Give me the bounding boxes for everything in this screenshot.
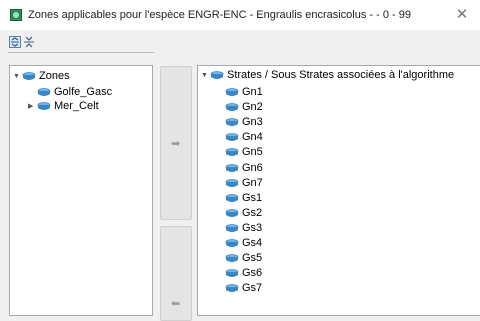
- arrow-left-icon: ⬅: [171, 298, 181, 310]
- database-icon: [37, 88, 51, 96]
- strata-item[interactable]: Gs7: [225, 282, 262, 295]
- strata-item-label: Gs2: [242, 206, 263, 219]
- tree-item-label: Mer_Celt: [54, 100, 99, 112]
- database-icon: [225, 118, 239, 127]
- tree-item-mer-celt[interactable]: ▶ Mer_Celt: [28, 100, 99, 113]
- database-icon: [22, 72, 36, 80]
- strata-item[interactable]: Gn6: [225, 162, 263, 175]
- strata-item-label: Gs4: [242, 237, 263, 249]
- tree-root-label: Zones: [39, 70, 70, 82]
- database-icon: [225, 223, 239, 232]
- strata-item[interactable]: Gn7: [225, 177, 263, 190]
- database-icon: [225, 193, 239, 202]
- database-icon: [225, 163, 239, 172]
- strata-item[interactable]: Gs1: [225, 192, 262, 205]
- strata-item-label: Gn7: [242, 176, 263, 189]
- database-icon: [225, 269, 239, 278]
- database-icon: [225, 284, 239, 293]
- strata-item-label: Gn4: [242, 131, 263, 144]
- zones-tree-panel[interactable]: ▼ Zones Golfe_Gasc ▶ Mer_Celt: [9, 65, 153, 316]
- collapse-all-button[interactable]: [23, 36, 35, 48]
- strata-tree-panel[interactable]: ▼ Strates / Sous Strates associées à l'a…: [197, 65, 480, 316]
- add-to-strata-button[interactable]: ➡: [160, 66, 192, 220]
- toolbar-separator: [8, 52, 154, 53]
- strata-item-label: Gn5: [242, 146, 263, 159]
- strata-item-label: Gs7: [242, 282, 263, 295]
- strata-item[interactable]: Gs3: [225, 222, 262, 235]
- tree-item-golfe-gasc[interactable]: Golfe_Gasc: [28, 86, 112, 99]
- window-title: Zones applicables pour l'espèce ENGR-ENC…: [28, 9, 411, 21]
- tree-item-label: Golfe_Gasc: [54, 86, 113, 98]
- toolbar: [0, 30, 480, 56]
- tree-root-label: Strates / Sous Strates associées à l'alg…: [227, 69, 455, 81]
- collapsed-arrow-icon[interactable]: ▶: [28, 100, 37, 113]
- strata-item-label: Gn6: [242, 161, 263, 174]
- strata-item[interactable]: Gn1: [225, 86, 263, 99]
- database-icon: [225, 148, 239, 157]
- tree-root-strates[interactable]: ▼ Strates / Sous Strates associées à l'a…: [201, 69, 454, 82]
- strata-item[interactable]: Gs2: [225, 207, 262, 220]
- database-icon: [225, 103, 239, 112]
- tree-root-zones[interactable]: ▼ Zones: [13, 70, 70, 83]
- database-icon: [210, 71, 224, 79]
- strata-item[interactable]: Gn4: [225, 131, 263, 144]
- database-icon: [225, 239, 239, 247]
- database-icon: [225, 88, 239, 96]
- expand-all-button[interactable]: [9, 36, 21, 48]
- strata-item[interactable]: Gn2: [225, 101, 263, 114]
- database-icon: [225, 254, 239, 263]
- strata-item[interactable]: Gs4: [225, 237, 262, 250]
- strata-item[interactable]: Gn3: [225, 116, 263, 129]
- app-icon: [10, 9, 22, 21]
- remove-from-strata-button[interactable]: ⬅: [160, 226, 192, 321]
- strata-item-label: Gn3: [242, 116, 263, 129]
- strata-item-label: Gs1: [242, 191, 263, 204]
- strata-item[interactable]: Gs5: [225, 252, 262, 265]
- strata-item-label: Gs3: [242, 221, 263, 234]
- strata-item-label: Gs6: [242, 267, 263, 280]
- expanded-arrow-icon[interactable]: ▼: [201, 69, 210, 82]
- strata-item-label: Gn2: [242, 101, 263, 114]
- arrow-right-icon: ➡: [171, 138, 181, 150]
- database-icon: [37, 102, 51, 110]
- strata-item[interactable]: Gs6: [225, 267, 262, 280]
- title-bar: Zones applicables pour l'espèce ENGR-ENC…: [0, 0, 480, 30]
- strata-item-label: Gn1: [242, 86, 263, 98]
- close-button[interactable]: ✕: [452, 5, 472, 25]
- strata-item[interactable]: Gn5: [225, 146, 263, 159]
- expanded-arrow-icon[interactable]: ▼: [13, 70, 22, 83]
- database-icon: [225, 133, 239, 142]
- database-icon: [225, 178, 239, 187]
- collapse-all-icon: [24, 36, 34, 48]
- strata-item-label: Gs5: [242, 252, 263, 265]
- database-icon: [225, 208, 239, 217]
- expand-all-icon: [9, 36, 21, 48]
